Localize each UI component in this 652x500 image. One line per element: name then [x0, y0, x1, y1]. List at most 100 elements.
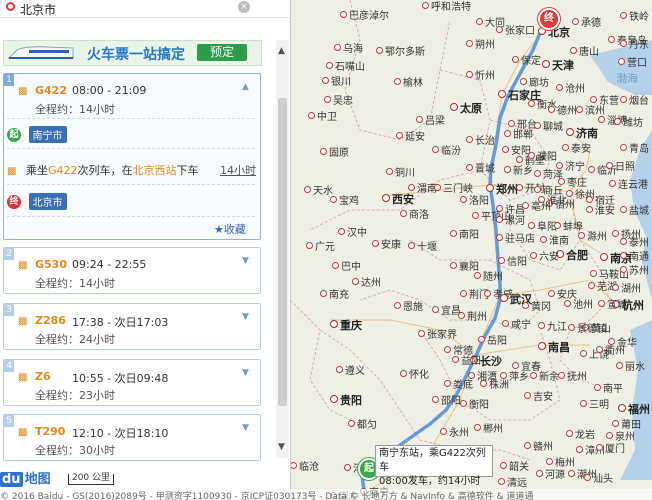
search-bar[interactable]: 北京市 ×: [0, 0, 290, 18]
city-label[interactable]: 福州: [618, 404, 650, 415]
expand-icon[interactable]: ▼: [242, 423, 249, 433]
city-label[interactable]: 沧州: [556, 84, 585, 95]
city-label[interactable]: 洛阳: [460, 196, 489, 207]
city-label[interactable]: 邯郸: [504, 130, 533, 141]
city-label[interactable]: 淮南: [540, 236, 569, 247]
expand-icon[interactable]: ▼: [242, 368, 249, 378]
city-label[interactable]: 宣城: [598, 300, 627, 311]
city-label[interactable]: 怀化: [400, 370, 429, 381]
city-label[interactable]: 潍坊: [614, 118, 643, 129]
baidu-logo[interactable]: du 地图: [0, 468, 51, 487]
city-label[interactable]: 朔州: [466, 40, 495, 51]
city-label[interactable]: 郑州: [486, 184, 518, 195]
ticket-banner[interactable]: 火车票一站搞定 预定: [3, 40, 262, 66]
city-label[interactable]: 南昌: [538, 342, 570, 353]
route-option-4[interactable]: 4 ▩ Z6 10:55 - 次日09:48 全程约：23小时 ▼: [3, 359, 261, 406]
city-label[interactable]: 宜昌: [432, 306, 461, 317]
city-label[interactable]: 安康: [372, 240, 401, 251]
city-label[interactable]: 泉州: [606, 432, 635, 443]
city-label[interactable]: 十堰: [408, 242, 437, 253]
city-label[interactable]: 邵阳: [432, 396, 461, 407]
city-label[interactable]: 漯河: [496, 216, 525, 227]
city-label[interactable]: 遵义: [336, 366, 365, 377]
city-label[interactable]: 铁岭: [620, 12, 649, 23]
city-label[interactable]: 岳阳: [478, 336, 507, 347]
city-label[interactable]: 营口: [618, 58, 647, 69]
scroll-up-icon[interactable]: ▲: [278, 46, 285, 56]
city-label[interactable]: 忻州: [466, 71, 495, 82]
city-label[interactable]: 盐城: [620, 206, 649, 217]
city-label[interactable]: 固原: [320, 148, 349, 159]
city-label[interactable]: 青岛: [620, 144, 649, 155]
favorite-button[interactable]: ★收藏: [214, 221, 246, 237]
city-label[interactable]: 延安: [396, 132, 425, 143]
city-label[interactable]: 恩施: [394, 302, 423, 313]
city-label[interactable]: 德州: [548, 106, 577, 117]
city-label[interactable]: 南通: [620, 252, 649, 263]
city-label[interactable]: 石嘴山: [326, 62, 365, 73]
city-label[interactable]: 厦门: [596, 444, 625, 455]
city-label[interactable]: 新乡: [504, 166, 533, 177]
city-label[interactable]: 中卫: [308, 112, 337, 123]
city-label[interactable]: 梅州: [546, 458, 575, 469]
city-label[interactable]: 铜川: [386, 168, 415, 179]
city-label[interactable]: 济南: [566, 128, 598, 139]
city-label[interactable]: 重庆: [330, 320, 362, 331]
city-label[interactable]: 荆州: [458, 312, 487, 323]
city-label[interactable]: 莆田: [612, 420, 641, 431]
city-label[interactable]: 滨州: [576, 106, 605, 117]
city-label[interactable]: 韶关: [500, 462, 529, 473]
city-label[interactable]: 九江: [538, 322, 567, 333]
city-label[interactable]: 湖州: [612, 284, 641, 295]
city-label[interactable]: 都匀: [348, 420, 377, 431]
city-label[interactable]: 榆林: [394, 78, 423, 89]
route-option-3[interactable]: 3 ▩ Z286 17:38 - 次日17:03 全程约：24小时 ▼: [3, 303, 261, 350]
city-label[interactable]: 日照: [606, 162, 635, 173]
city-label[interactable]: 萍乡: [500, 372, 529, 383]
search-input[interactable]: 北京市: [20, 1, 56, 18]
city-label[interactable]: 宿迁: [586, 196, 615, 207]
end-marker[interactable]: 终: [538, 8, 560, 30]
city-label[interactable]: 贵阳: [330, 395, 362, 406]
city-label[interactable]: 西安: [382, 194, 414, 205]
end-station[interactable]: 北京市: [28, 193, 67, 210]
city-label[interactable]: 济宁: [556, 162, 585, 173]
city-label[interactable]: 太原: [450, 103, 482, 114]
city-label[interactable]: 衡阳: [460, 400, 489, 411]
scrollbar-thumb[interactable]: [278, 98, 287, 406]
city-label[interactable]: 长治: [466, 136, 495, 147]
city-label[interactable]: 郴州: [474, 424, 503, 435]
city-label[interactable]: 丹东: [620, 40, 649, 51]
city-label[interactable]: 清远: [498, 478, 527, 489]
city-label[interactable]: 保定: [512, 56, 541, 67]
city-label[interactable]: 聊城: [534, 122, 563, 133]
city-label[interactable]: 巴彦淖尔: [340, 11, 389, 22]
city-label[interactable]: 承德: [572, 18, 601, 29]
city-label[interactable]: 景德镇: [568, 324, 607, 335]
city-label[interactable]: 吉安: [524, 392, 553, 403]
city-label[interactable]: 六安: [530, 252, 559, 263]
city-label[interactable]: 呼和浩特: [422, 2, 471, 13]
city-label[interactable]: 驻马店: [496, 234, 535, 245]
city-label[interactable]: 赣州: [524, 442, 553, 453]
city-label[interactable]: 阜阳: [528, 222, 557, 233]
city-label[interactable]: 丽水: [616, 362, 645, 373]
city-label[interactable]: 泰州: [620, 238, 649, 249]
city-label[interactable]: 池州: [564, 300, 593, 311]
city-label[interactable]: 商洛: [400, 210, 429, 221]
city-label[interactable]: 苏州: [620, 266, 649, 277]
city-label[interactable]: 巴中: [332, 262, 361, 273]
city-label[interactable]: 宝鸡: [330, 196, 359, 207]
city-label[interactable]: 汉中: [338, 228, 367, 239]
route-option-2[interactable]: 2 ▩ G530 09:24 - 22:55 全程约：14小时 ▼: [3, 247, 261, 294]
expand-icon[interactable]: ▼: [242, 312, 249, 322]
city-label[interactable]: 南充: [320, 290, 349, 301]
city-label[interactable]: 泰安: [562, 144, 591, 155]
city-label[interactable]: 永州: [440, 428, 469, 439]
city-label[interactable]: 临汾: [432, 146, 461, 157]
city-label[interactable]: 连云港: [609, 180, 648, 191]
city-label[interactable]: 益阳: [452, 356, 481, 367]
city-label[interactable]: 廊坊: [520, 78, 549, 89]
city-label[interactable]: 黄冈: [522, 302, 551, 313]
city-label[interactable]: 张家口: [496, 26, 535, 37]
